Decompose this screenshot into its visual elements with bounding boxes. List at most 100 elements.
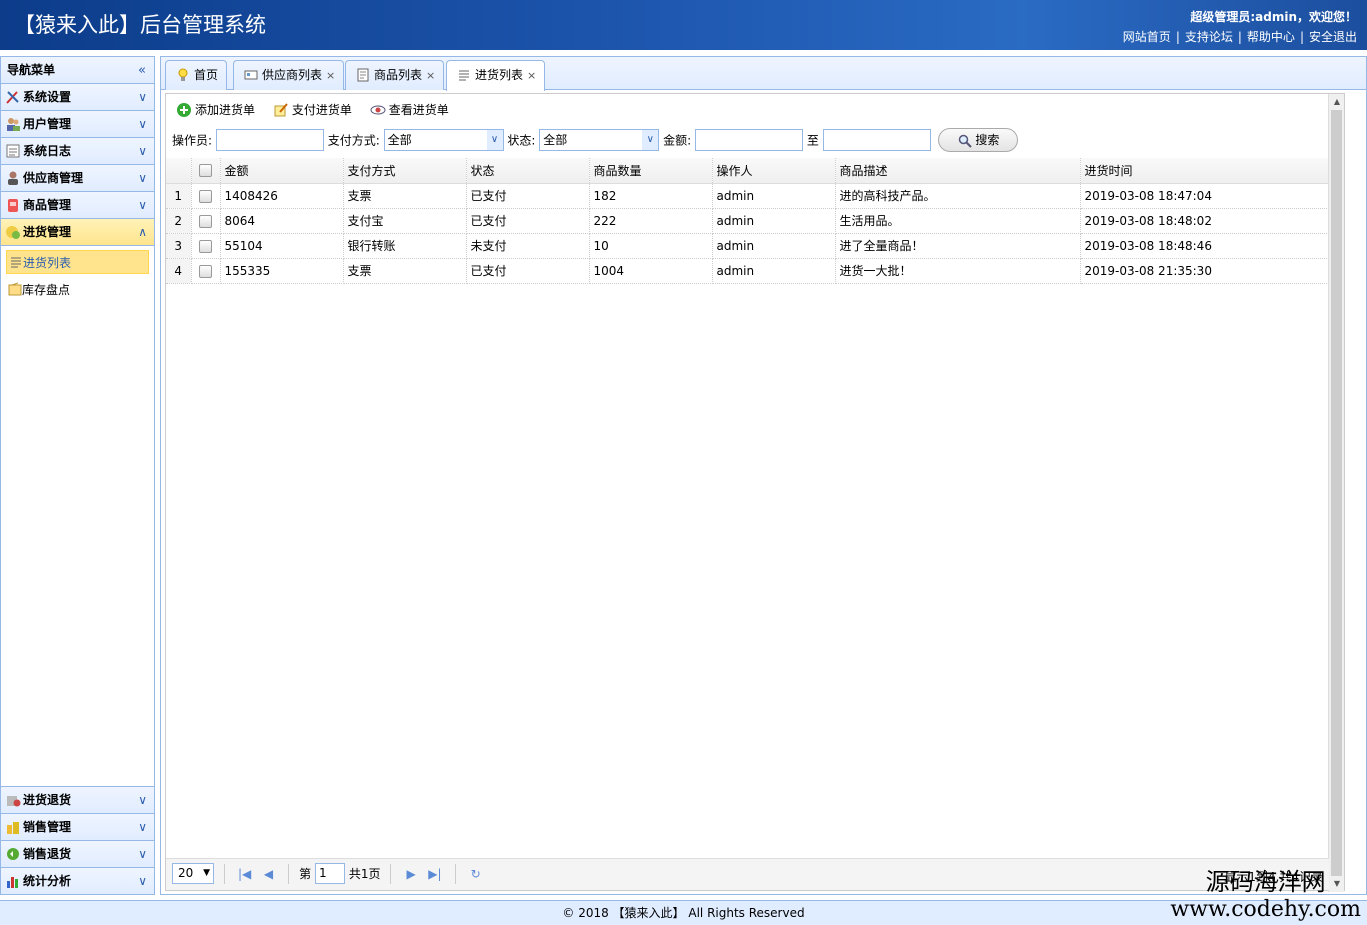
status-value: 全部 xyxy=(543,133,568,147)
table-row[interactable]: 2 8064 支付宝 已支付 222 admin 生活用品。 2019-03-0… xyxy=(166,208,1329,234)
sidebar-item-sales-management[interactable]: 销售管理 ∨ xyxy=(1,813,154,840)
link-forum[interactable]: 支持论坛 xyxy=(1185,30,1233,44)
table-row[interactable]: 4 155335 支票 已支付 1004 admin 进货一大批！ 2019-0… xyxy=(166,258,1329,284)
tab-label: 进货列表 xyxy=(475,68,524,82)
first-page-icon[interactable]: |◀ xyxy=(235,867,255,881)
cell-time: 2019-03-08 18:47:04 xyxy=(1080,183,1329,209)
refresh-icon[interactable]: ↻ xyxy=(466,867,486,881)
search-bar: 操作员: 支付方式: 全部 ∨ 状态: 全部 ∨ 金额: 至 搜索 xyxy=(166,126,1344,156)
row-number-header xyxy=(166,158,192,184)
tab-label: 供应商列表 xyxy=(262,68,323,82)
prev-page-icon[interactable]: ◀ xyxy=(258,867,278,881)
cell-description: 生活用品。 xyxy=(835,208,1081,234)
log-icon xyxy=(6,144,20,157)
page-size-select[interactable]: 20 ▼ xyxy=(172,863,214,884)
list-icon xyxy=(11,257,21,268)
users-icon xyxy=(7,117,20,131)
column-header[interactable]: 商品描述 xyxy=(835,158,1081,184)
amount-from-input[interactable] xyxy=(694,129,803,151)
column-header[interactable]: 进货时间 xyxy=(1080,158,1329,184)
close-icon[interactable]: × xyxy=(426,69,435,82)
cell-status: 未支付 xyxy=(466,233,590,259)
sidebar-subitem-inventory[interactable]: 库存盘点 xyxy=(6,278,149,302)
eye-icon xyxy=(370,105,386,114)
close-icon[interactable]: × xyxy=(527,69,536,82)
operator-input[interactable] xyxy=(215,129,324,151)
next-page-icon[interactable]: ▶ xyxy=(401,867,421,881)
sidebar-item-user-management[interactable]: 用户管理 ∨ xyxy=(1,111,154,138)
sidebar-item-purchase-return[interactable]: 进货退货 ∨ xyxy=(1,786,154,813)
sidebar-item-label: 统计分析 xyxy=(23,874,72,888)
sidebar-item-purchase-management[interactable]: 进货管理 ∧ xyxy=(1,219,154,246)
table-header-row: 金额 支付方式 状态 商品数量 操作人 商品描述 进货时间 xyxy=(166,158,1329,184)
sidebar-item-supplier-management[interactable]: 供应商管理 ∨ xyxy=(1,165,154,192)
column-header[interactable]: 商品数量 xyxy=(589,158,713,184)
return-icon xyxy=(7,795,21,806)
sidebar-subitem-purchase-list[interactable]: 进货列表 xyxy=(6,250,149,274)
pay-purchase-button[interactable]: 支付进货单 xyxy=(273,100,352,120)
row-checkbox[interactable] xyxy=(199,239,212,253)
tab-goods-list[interactable]: 商品列表 × xyxy=(345,60,445,90)
page-number-input[interactable]: 1 xyxy=(314,863,345,884)
close-icon[interactable]: × xyxy=(326,69,335,82)
select-all-cell xyxy=(191,158,221,184)
cell-operator: admin xyxy=(712,258,836,284)
sidebar-item-statistics[interactable]: 统计分析 ∨ xyxy=(1,867,154,894)
row-checkbox[interactable] xyxy=(199,264,212,278)
pagination-bar: 20 ▼ |◀ ◀ 第 1 共1页 ▶ ▶| ↻ 显示1到4,共4记录 xyxy=(166,858,1329,890)
cell-operator: admin xyxy=(712,208,836,234)
sidebar-item-label: 进货管理 xyxy=(23,225,72,239)
scroll-up-icon[interactable]: ▲ xyxy=(1329,94,1345,110)
sidebar-item-system-log[interactable]: 系统日志 ∨ xyxy=(1,138,154,165)
sidebar: 导航菜单 « 系统设置 ∨ 用户管理 ∨ 系统日志 ∨ 供应商管理 ∨ 商品管理… xyxy=(0,56,155,895)
sidebar-subitem-label: 进货列表 xyxy=(23,256,72,270)
search-button-label: 搜索 xyxy=(975,133,1000,147)
row-checkbox[interactable] xyxy=(199,214,212,228)
select-all-checkbox[interactable] xyxy=(199,164,212,178)
sidebar-item-goods-management[interactable]: 商品管理 ∨ xyxy=(1,192,154,219)
purchase-icon xyxy=(6,225,20,239)
link-logout[interactable]: 安全退出 xyxy=(1309,30,1357,44)
row-number: 2 xyxy=(166,208,192,234)
last-page-icon[interactable]: ▶| xyxy=(425,867,445,881)
tab-purchase-list[interactable]: 进货列表 × xyxy=(446,60,546,91)
row-select-cell xyxy=(191,233,221,259)
amount-to-input[interactable] xyxy=(822,129,931,151)
link-help[interactable]: 帮助中心 xyxy=(1247,30,1295,44)
table-row[interactable]: 3 55104 银行转账 未支付 10 admin 进了全量商品！ 2019-0… xyxy=(166,233,1329,259)
status-select[interactable]: 全部 ∨ xyxy=(539,129,660,151)
sidebar-item-sales-return[interactable]: 销售退货 ∨ xyxy=(1,840,154,867)
row-checkbox[interactable] xyxy=(199,189,212,203)
sidebar-item-system-settings[interactable]: 系统设置 ∨ xyxy=(1,84,154,111)
add-purchase-button[interactable]: 添加进货单 xyxy=(176,100,255,120)
pay-purchase-label: 支付进货单 xyxy=(291,103,352,117)
collapse-sidebar-icon[interactable]: « xyxy=(138,57,146,84)
lightbulb-icon xyxy=(178,68,188,81)
table-row[interactable]: 1 1408426 支票 已支付 182 admin 进的高科技产品。 2019… xyxy=(166,183,1329,209)
add-icon xyxy=(177,102,191,117)
pay-method-value: 全部 xyxy=(387,133,412,147)
document-icon xyxy=(357,68,369,81)
cell-operator: admin xyxy=(712,183,836,209)
column-header[interactable]: 状态 xyxy=(466,158,590,184)
link-home[interactable]: 网站首页 xyxy=(1123,30,1171,44)
cell-time: 2019-03-08 21:35:30 xyxy=(1080,258,1329,284)
pay-method-label: 支付方式: xyxy=(327,133,380,148)
tab-supplier-list[interactable]: 供应商列表 × xyxy=(233,60,345,90)
view-purchase-button[interactable]: 查看进货单 xyxy=(370,100,449,120)
row-number: 1 xyxy=(166,183,192,209)
list-icon xyxy=(459,70,469,80)
search-button[interactable]: 搜索 xyxy=(938,128,1019,152)
tab-home[interactable]: 首页 xyxy=(165,60,228,90)
cell-status: 已支付 xyxy=(466,258,590,284)
sidebar-item-label: 销售管理 xyxy=(23,820,72,834)
chevron-down-icon: ∨ xyxy=(138,820,147,834)
scrollbar-thumb[interactable] xyxy=(1331,110,1342,876)
vertical-scrollbar[interactable]: ▲ ▼ xyxy=(1328,94,1344,892)
column-header[interactable]: 金额 xyxy=(220,158,344,184)
column-header[interactable]: 操作人 xyxy=(712,158,836,184)
header-links: 网站首页 | 支持论坛 | 帮助中心 | 安全退出 xyxy=(1123,28,1357,45)
cell-amount: 155335 xyxy=(220,258,344,284)
pay-method-select[interactable]: 全部 ∨ xyxy=(383,129,504,151)
column-header[interactable]: 支付方式 xyxy=(343,158,467,184)
